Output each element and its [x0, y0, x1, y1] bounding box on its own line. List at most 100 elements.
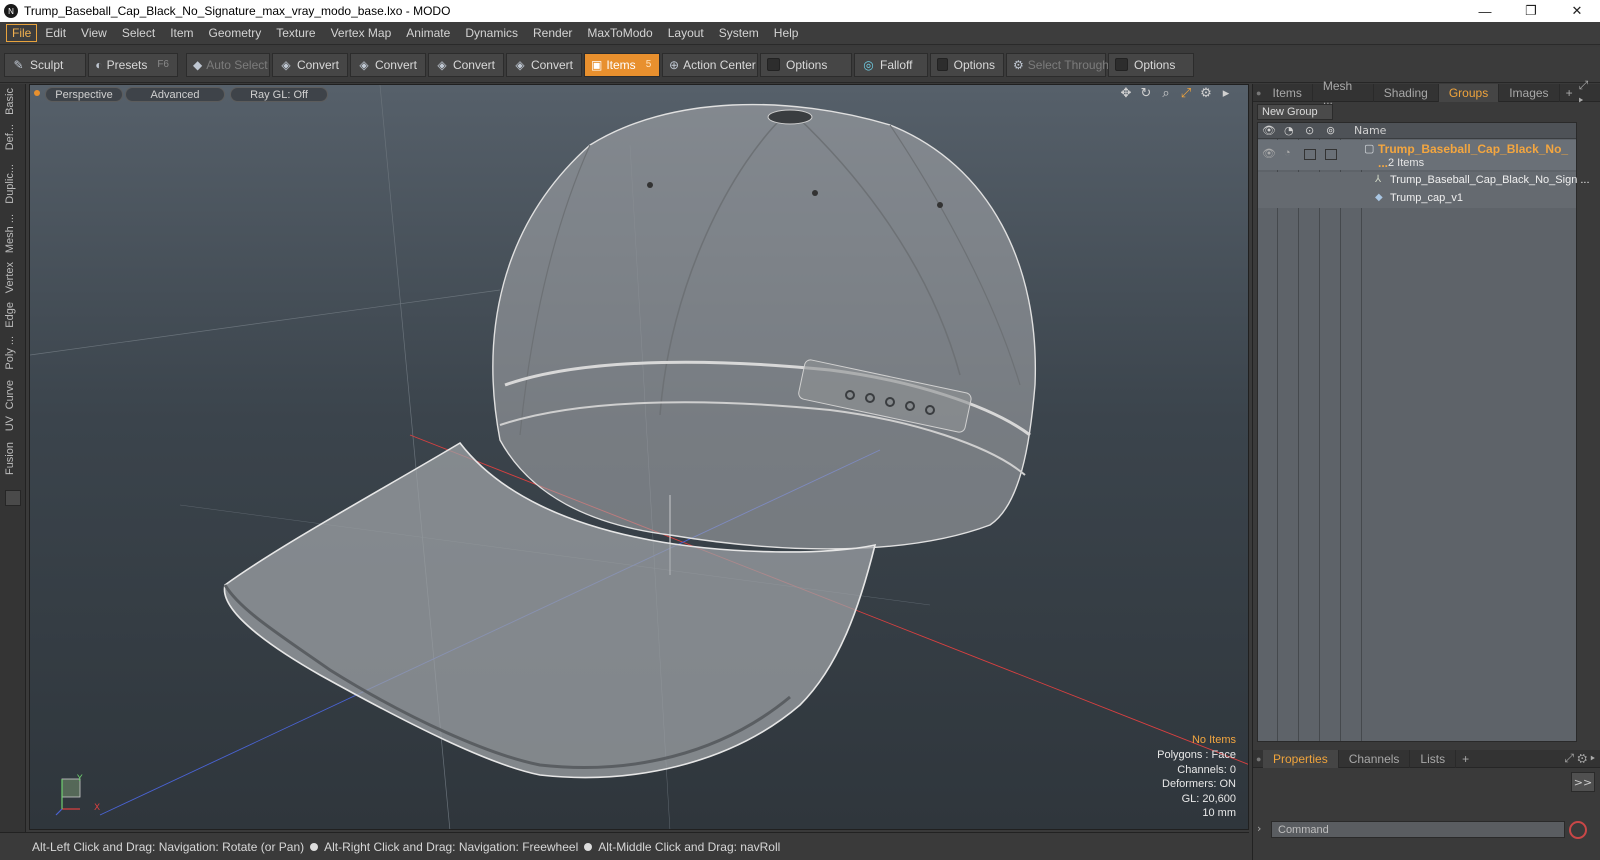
- action-center-button[interactable]: ⊕ Action Center: [662, 52, 758, 77]
- menu-select[interactable]: Select: [115, 24, 162, 42]
- convert-button-3[interactable]: ◈ Convert: [428, 52, 504, 77]
- group-child-row[interactable]: ⅄ Trump_Baseball_Cap_Black_No_Sign ...: [1258, 172, 1590, 190]
- new-group-button[interactable]: New Group: [1257, 104, 1333, 120]
- rotate-icon[interactable]: ↻: [1138, 86, 1154, 101]
- menu-dynamics[interactable]: Dynamics: [458, 24, 525, 42]
- tab-mesh[interactable]: Mesh ...: [1313, 79, 1374, 107]
- fit-icon[interactable]: ⤢: [1178, 86, 1194, 101]
- tab-basic[interactable]: Basic: [4, 88, 16, 115]
- tab-uv[interactable]: UV: [4, 416, 16, 431]
- tab-shading[interactable]: Shading: [1374, 83, 1439, 102]
- select-through-button[interactable]: ⚙ Select Through: [1006, 52, 1109, 77]
- auto-select-button[interactable]: ◆ Auto Select: [186, 52, 270, 77]
- menu-texture[interactable]: Texture: [269, 24, 322, 42]
- group-count: 2 Items: [1388, 157, 1425, 169]
- panel-menu-dot[interactable]: ●: [1253, 754, 1263, 764]
- options-button-2[interactable]: Options: [930, 52, 1004, 77]
- convert-icon: ◈: [281, 57, 291, 72]
- convert-icon: ◈: [359, 57, 369, 72]
- tab-groups[interactable]: Groups: [1438, 83, 1500, 102]
- items-mode-button[interactable]: ▣ Items 5: [584, 52, 660, 77]
- menu-render[interactable]: Render: [526, 24, 579, 42]
- menu-file[interactable]: File: [6, 24, 38, 42]
- add-tab-icon[interactable]: +: [1560, 86, 1579, 100]
- lock-checkbox[interactable]: [1304, 149, 1316, 160]
- menu-help[interactable]: Help: [767, 24, 806, 42]
- sculpt-button[interactable]: ✎ Sculpt: [4, 52, 86, 77]
- expand-icon[interactable]: ⤢ ▸: [1579, 78, 1600, 108]
- lock-icon[interactable]: ⊙: [1305, 124, 1314, 137]
- group-icon: ▢: [1364, 143, 1375, 155]
- falloff-button[interactable]: ◎ Falloff: [854, 52, 928, 77]
- minimize-button[interactable]: —: [1462, 0, 1508, 22]
- tab-edge[interactable]: Edge: [4, 302, 16, 328]
- select-icon[interactable]: ⊚: [1326, 124, 1335, 137]
- tab-deform[interactable]: Def...: [4, 124, 16, 150]
- tab-extra-button[interactable]: [5, 490, 21, 506]
- scene-tabs: ● Items Mesh ... Shading Groups Images +…: [1253, 78, 1600, 107]
- menu-maxtomodo[interactable]: MaxToModo: [580, 24, 659, 42]
- shading-dropdown[interactable]: Advanced: [125, 87, 225, 102]
- viewport-menu-dot[interactable]: [34, 90, 40, 96]
- status-hint-freewheel: Alt-Right Click and Drag: Navigation: Fr…: [324, 839, 579, 854]
- menu-edit[interactable]: Edit: [38, 24, 73, 42]
- options-checkbox-2[interactable]: [937, 58, 948, 71]
- tab-properties[interactable]: Properties: [1263, 749, 1339, 768]
- options-checkbox-1[interactable]: [767, 58, 780, 71]
- record-button[interactable]: [1569, 821, 1587, 839]
- panel-menu-dot[interactable]: ●: [1253, 88, 1263, 98]
- raygl-toggle[interactable]: Ray GL: Off: [230, 87, 328, 102]
- render-icon[interactable]: ◔: [1284, 124, 1294, 137]
- render-icon[interactable]: ◔: [1284, 147, 1291, 159]
- add-tab-icon[interactable]: +: [1456, 752, 1475, 766]
- menu-system[interactable]: System: [712, 24, 766, 42]
- convert-button-4[interactable]: ◈ Convert: [506, 52, 582, 77]
- menu-item[interactable]: Item: [163, 24, 200, 42]
- 3d-viewport[interactable]: Perspective Advanced Ray GL: Off ✥ ↻ ⌕ ⤢…: [29, 84, 1249, 830]
- tab-channels[interactable]: Channels: [1339, 749, 1411, 768]
- status-hint-roll: Alt-Middle Click and Drag: navRoll: [598, 839, 781, 854]
- group-child-row[interactable]: ◆ Trump_cap_v1: [1258, 190, 1576, 208]
- tree-header: 👁 ◔ ⊙ ⊚ Name: [1258, 123, 1576, 139]
- command-input[interactable]: Command: [1271, 821, 1565, 838]
- zoom-icon[interactable]: ⌕: [1158, 86, 1174, 101]
- tab-duplicate[interactable]: Duplic...: [4, 164, 16, 204]
- visibility-eye-icon[interactable]: 👁: [1262, 147, 1276, 160]
- view-mode-dropdown[interactable]: Perspective: [45, 87, 123, 102]
- convert-button-1[interactable]: ◈ Convert: [272, 52, 348, 77]
- close-button[interactable]: ✕: [1554, 0, 1600, 22]
- menu-animate[interactable]: Animate: [399, 24, 457, 42]
- menu-view[interactable]: View: [74, 24, 114, 42]
- convert-button-2[interactable]: ◈ Convert: [350, 52, 426, 77]
- grid-line: [30, 289, 501, 356]
- tab-vertex[interactable]: Vertex: [4, 262, 16, 293]
- menu-vertex-map[interactable]: Vertex Map: [324, 24, 399, 42]
- tab-images[interactable]: Images: [1499, 83, 1560, 102]
- expand-button[interactable]: >>: [1571, 772, 1595, 792]
- visibility-eye-icon[interactable]: 👁: [1262, 124, 1276, 137]
- right-panel: ● Items Mesh ... Shading Groups Images +…: [1252, 78, 1600, 860]
- presets-button[interactable]: ◐ Presets F6: [88, 52, 178, 77]
- tab-items[interactable]: Items: [1263, 83, 1313, 102]
- options-checkbox-3[interactable]: [1115, 58, 1128, 71]
- restore-button[interactable]: ❐: [1508, 0, 1554, 22]
- group-row[interactable]: 👁 ◔ ▢ Trump_Baseball_Cap_Black_No_ ... 2…: [1258, 140, 1576, 170]
- tab-polygon[interactable]: Poly ...: [4, 336, 16, 370]
- gear-icon[interactable]: ⤢ ⚙ ▸: [1564, 751, 1600, 766]
- gear-icon[interactable]: ⚙: [1198, 86, 1214, 101]
- menu-layout[interactable]: Layout: [661, 24, 711, 42]
- options-button-3[interactable]: Options: [1108, 52, 1194, 77]
- tab-mesh[interactable]: Mesh ...: [4, 214, 16, 253]
- play-arrow-icon[interactable]: ▸: [1218, 86, 1234, 101]
- options-button-1[interactable]: Options: [760, 52, 852, 77]
- menu-geometry[interactable]: Geometry: [202, 24, 269, 42]
- convert-icon: ◈: [437, 57, 447, 72]
- tab-lists[interactable]: Lists: [1410, 749, 1457, 768]
- tab-curve[interactable]: Curve: [4, 380, 16, 409]
- cap-eyelet: [647, 182, 653, 188]
- tab-fusion[interactable]: Fusion: [4, 442, 16, 475]
- pan-icon[interactable]: ✥: [1118, 86, 1134, 101]
- select-checkbox[interactable]: [1325, 149, 1337, 160]
- stats-deformers: Deformers: ON: [1162, 778, 1236, 791]
- stats-gl: GL: 20,600: [1181, 792, 1236, 805]
